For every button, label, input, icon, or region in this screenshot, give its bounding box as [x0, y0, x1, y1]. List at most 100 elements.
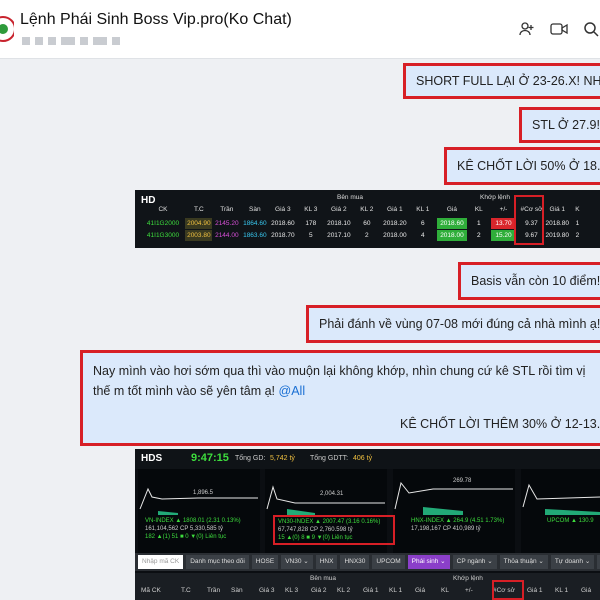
table-cell: 2004.90: [185, 218, 213, 229]
column-header: K: [575, 206, 580, 213]
group-header-buy: Bên mua: [336, 194, 364, 201]
column-header: Giá: [581, 587, 592, 594]
search-icon[interactable]: [582, 20, 600, 38]
highlight-box: [514, 195, 544, 245]
group-avatar[interactable]: [0, 10, 14, 44]
table-cell: 4: [421, 232, 425, 239]
column-header: +/-: [465, 587, 473, 594]
price-board-image[interactable]: HD Bên mua Khớp lệnh CK T.C Trần Sàn Giá 3 KL…: [135, 190, 600, 248]
column-header: T.C: [181, 587, 191, 594]
table-cell: 2: [477, 232, 481, 239]
column-header: Trần: [220, 206, 234, 213]
table-cell: 41I1G3000: [146, 232, 180, 239]
board-topbar: HDS 9:47:15 Tổng GD: 5,742 tỷ Tổng GDTT:…: [135, 449, 600, 469]
market-tab[interactable]: Danh mục theo dõi: [186, 555, 249, 569]
market-tab[interactable]: Phái sinh ⌄: [407, 555, 450, 569]
market-tab[interactable]: VN30 ⌄: [281, 555, 313, 569]
table-cell: 2019.80: [545, 232, 569, 239]
total-gd-label: Tổng GD:: [235, 455, 266, 462]
market-tab[interactable]: Thỏa thuận ⌄: [499, 555, 548, 569]
message-text: Nay mình vào hơi sớm qua thì vào muộn lạ…: [93, 364, 586, 398]
market-tab[interactable]: HNX: [315, 555, 338, 569]
member-info-redacted: [22, 37, 120, 45]
market-tab[interactable]: HNX30: [340, 555, 370, 569]
total-gd-value: 5,742 tỷ: [270, 455, 295, 462]
market-tab[interactable]: HOSE: [251, 555, 279, 569]
column-header: +/-: [499, 206, 508, 213]
index-line: VN30-INDEX ▲ 2007.47 (3.16 0.16%): [278, 519, 381, 525]
market-tab[interactable]: UPCOM: [372, 555, 405, 569]
video-call-icon[interactable]: [550, 20, 568, 38]
group-header-match: Khớp lệnh: [453, 575, 483, 582]
column-header: Giá: [446, 206, 457, 213]
mention-link[interactable]: @All: [279, 384, 306, 398]
column-header: Giá 1: [549, 206, 565, 213]
column-header: Giá: [415, 587, 426, 594]
column-header: Sàn: [249, 206, 261, 213]
column-header: KL 2: [360, 206, 374, 213]
column-header: KL 1: [555, 587, 569, 594]
market-tab[interactable]: Tự doanh ⌄: [550, 555, 595, 569]
table-cell: 15.20: [491, 230, 516, 241]
table-cell: 1863.60: [243, 232, 267, 239]
table-cell: 2018.00: [383, 232, 407, 239]
index-summary: VN30-INDEX ▲ 2007.47 (3.16 0.16%) 67,747…: [273, 515, 395, 545]
table-cell: 178: [305, 220, 317, 227]
table-cell: 2144.00: [215, 232, 239, 239]
table-cell: 2018.70: [271, 232, 295, 239]
message-bubble[interactable]: Basis vẫn còn 10 điểm!@: [458, 262, 600, 300]
chart-label: 2,004.31: [320, 491, 344, 497]
column-header: Giá 2: [331, 206, 347, 213]
market-board-image[interactable]: HDS 9:47:15 Tổng GD: 5,742 tỷ Tổng GDTT:…: [135, 449, 600, 600]
table-cell: 2018.60: [437, 218, 467, 229]
message-text: SHORT FULL LẠI Ở 23-26.X! NHÉ!: [416, 74, 600, 88]
index-line: HNX-INDEX ▲ 264.9 (4.51 1.73%): [411, 518, 505, 524]
table-cell: 2: [575, 232, 580, 239]
message-bubble[interactable]: Phải đánh về vùng 07-08 mới đúng cả nhà …: [306, 305, 600, 343]
message-bubble[interactable]: KÊ CHỐT LỜI THÊM 30% Ở 12-13.X!@: [390, 406, 600, 442]
total-gdtt-label: Tổng GDTT:: [310, 455, 349, 462]
column-header: Giá 1: [363, 587, 379, 594]
add-member-icon[interactable]: [518, 20, 536, 38]
column-header: T.C: [193, 206, 204, 213]
market-tab[interactable]: CP ngành ⌄: [452, 555, 497, 569]
index-line: 182 ▲(1) 51 ■ 0 ▼(0) Liên tục: [145, 534, 227, 540]
total-gdtt-value: 406 tỷ: [353, 455, 373, 462]
board-logo: HDS: [141, 453, 163, 464]
message-text: KÊ CHỐT LỜI 50% Ở 18.X!: [457, 159, 600, 173]
table-cell: 2018.60: [271, 220, 295, 227]
message-text: STL Ở 27.9!: [532, 118, 600, 132]
table-cell: 1: [477, 220, 481, 227]
message-bubble[interactable]: SHORT FULL LẠI Ở 23-26.X! NHÉ!@: [403, 63, 600, 99]
symbol-search-input[interactable]: Nhập mã CK: [138, 555, 184, 569]
chart-label: 269.78: [453, 478, 472, 484]
table-cell: 1864.60: [243, 220, 267, 227]
table-cell: 5: [309, 232, 313, 239]
group-title[interactable]: Lệnh Phái Sinh Boss Vip.pro(Ko Chat): [20, 11, 292, 29]
chart-label: 1,896.5: [193, 490, 214, 496]
index-summary: HNX-INDEX ▲ 264.9 (4.51 1.73%) 17,198,16…: [411, 517, 504, 533]
column-header: KL: [474, 206, 483, 213]
message-bubble[interactable]: STL Ở 27.9!@: [519, 107, 600, 143]
message-bubble[interactable]: KÊ CHỐT LỜI 50% Ở 18.X!@: [444, 147, 600, 185]
index-line: 67,747,828 CP 2,760.598 tỷ: [278, 527, 353, 533]
table-cell: 2003.80: [185, 230, 213, 241]
table-cell: 41I1G2000: [146, 220, 180, 227]
market-tabs: Nhập mã CK Danh mục theo dõi HOSE VN30 ⌄ HNX…: [135, 553, 600, 571]
grid-header: Bên mua Khớp lệnh Mã CK T.C Trần Sàn Giá 3 KL…: [135, 573, 600, 600]
index-line: 15 ▲(0) 8 ■ 9 ▼(0) Liên tục: [278, 535, 353, 541]
table-cell: 60: [363, 220, 371, 227]
message-text: KÊ CHỐT LỜI THÊM 30% Ở 12-13.X!: [400, 417, 600, 431]
table-cell: 2018.10: [327, 220, 351, 227]
column-header: KL 1: [389, 587, 403, 594]
index-line: 161,104,562 CP 5,330,585 tỷ: [145, 526, 223, 532]
index-line: VN-INDEX ▲ 1808.01 (2.31 0.13%): [145, 518, 241, 524]
vnindex-mini-chart: 1,896.5: [138, 469, 260, 563]
column-header: KL 3: [285, 587, 299, 594]
highlight-box: [492, 580, 524, 600]
table-cell: 2018.20: [383, 220, 407, 227]
column-header: CK: [158, 206, 168, 213]
table-cell: 2018.00: [437, 230, 467, 241]
column-header: Giá 1: [387, 206, 403, 213]
column-header: KL 3: [304, 206, 318, 213]
